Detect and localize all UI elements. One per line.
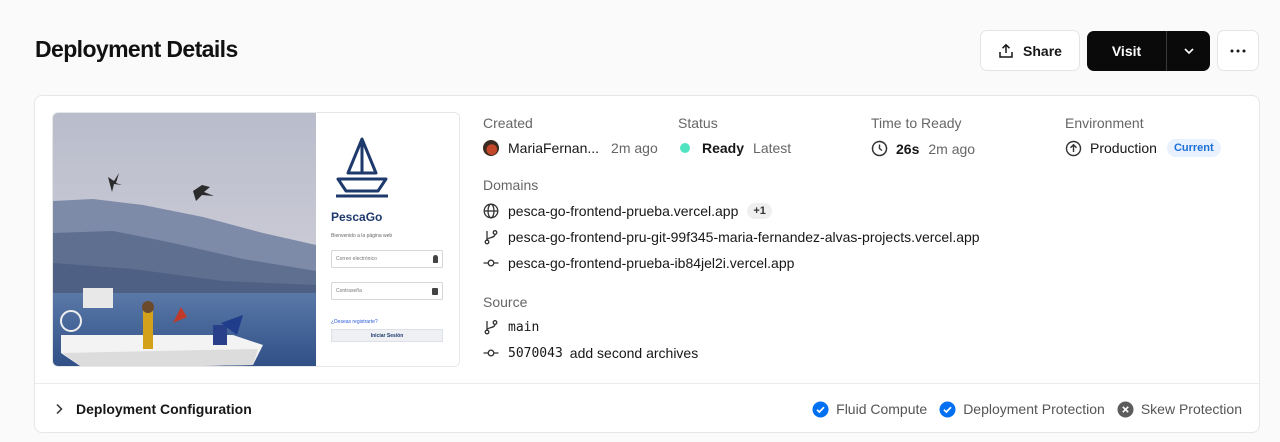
visit-dropdown-button[interactable]: [1167, 31, 1210, 71]
domain-extra-badge[interactable]: +1: [747, 203, 772, 219]
sailboat-logo-icon: [332, 135, 392, 199]
git-branch-icon: [483, 319, 499, 335]
deployment-configuration-toggle[interactable]: Deployment Configuration: [54, 401, 252, 417]
domain-row-primary: pesca-go-frontend-prueba.vercel.app +1: [483, 203, 772, 219]
preview-register-link: ¿Deseas registrarte?: [331, 319, 378, 325]
user-icon: [433, 255, 438, 263]
domain-row-branch: pesca-go-frontend-pru-git-99f345-maria-f…: [483, 229, 980, 245]
source-commit-row: 5070043 add second archives: [483, 345, 698, 361]
feature-deployment-protection[interactable]: Deployment Protection: [939, 401, 1105, 418]
deployment-configuration-bar: Deployment Configuration Fluid Compute D…: [35, 383, 1259, 434]
status-text: Ready: [702, 140, 745, 156]
deployment-preview[interactable]: PescaGo Bienvenido a la página web Corre…: [52, 112, 460, 367]
feature-skew-protection[interactable]: Skew Protection: [1117, 401, 1242, 418]
commit-message[interactable]: add second archives: [570, 345, 698, 361]
environment-name[interactable]: Production: [1090, 140, 1157, 156]
share-icon: [998, 43, 1014, 59]
current-badge: Current: [1166, 139, 1221, 157]
git-commit-icon: [483, 255, 499, 271]
feature-label: Skew Protection: [1140, 401, 1242, 417]
preview-photo: [53, 113, 316, 366]
share-label: Share: [1023, 42, 1062, 59]
created-user[interactable]: MariaFernan...: [508, 140, 599, 156]
visit-button-group: Visit: [1087, 31, 1210, 71]
status-value: Ready Latest: [680, 140, 791, 156]
arrow-up-circle-icon: [1065, 140, 1082, 157]
lock-icon: [432, 288, 438, 295]
ready-time: 2m ago: [928, 140, 976, 157]
x-circle-icon: [1117, 401, 1134, 418]
environment-label: Environment: [1065, 115, 1144, 131]
status-tag: Latest: [753, 140, 792, 156]
feature-label: Deployment Protection: [963, 401, 1105, 417]
preview-password-placeholder: Contraseña: [336, 288, 362, 294]
time-to-ready-label: Time to Ready: [871, 115, 962, 131]
ellipsis-icon: [1230, 49, 1246, 53]
created-time: 2m ago: [611, 140, 658, 156]
visit-button[interactable]: Visit: [1087, 31, 1167, 71]
preview-login-pane: PescaGo Bienvenido a la página web Corre…: [316, 113, 459, 366]
commit-hash[interactable]: 5070043: [508, 346, 563, 361]
share-button[interactable]: Share: [980, 30, 1080, 71]
source-branch[interactable]: main: [508, 320, 539, 335]
preview-app-name: PescaGo: [331, 210, 383, 224]
feature-list: Fluid Compute Deployment Protection Skew…: [800, 401, 1242, 418]
environment-value: Production Current: [1065, 139, 1221, 157]
status-dot-icon: [680, 143, 690, 153]
domain-branch-link[interactable]: pesca-go-frontend-pru-git-99f345-maria-f…: [508, 229, 980, 245]
source-branch-row: main: [483, 319, 539, 335]
preview-login-button: Iniciar Sesión: [331, 329, 443, 342]
avatar[interactable]: [483, 140, 499, 156]
time-to-ready-value: 26s 2m ago: [871, 140, 975, 157]
preview-email-placeholder: Correo electrónico: [336, 256, 377, 262]
status-label: Status: [678, 115, 718, 131]
feature-label: Fluid Compute: [836, 401, 928, 417]
git-commit-icon: [483, 345, 499, 361]
deployment-card: PescaGo Bienvenido a la página web Corre…: [34, 95, 1260, 433]
git-branch-icon: [483, 229, 499, 245]
source-label: Source: [483, 294, 528, 310]
domains-label: Domains: [483, 177, 539, 193]
ready-duration: 26s: [896, 140, 920, 157]
created-label: Created: [483, 115, 533, 131]
created-value: MariaFernan... 2m ago: [483, 140, 658, 156]
chevron-right-icon: [54, 403, 64, 415]
check-circle-icon: [939, 401, 956, 418]
globe-icon: [483, 203, 499, 219]
feature-fluid-compute[interactable]: Fluid Compute: [812, 401, 927, 418]
preview-welcome-text: Bienvenido a la página web: [331, 233, 393, 239]
timer-icon: [871, 140, 888, 157]
domain-row-commit: pesca-go-frontend-prueba-ib84jel2i.verce…: [483, 255, 794, 271]
domain-commit-link[interactable]: pesca-go-frontend-prueba-ib84jel2i.verce…: [508, 255, 794, 271]
page-title: Deployment Details: [35, 36, 238, 62]
chevron-down-icon: [1182, 44, 1196, 58]
preview-email-field: Correo electrónico: [331, 250, 443, 268]
more-options-button[interactable]: [1217, 30, 1259, 71]
domain-primary-link[interactable]: pesca-go-frontend-prueba.vercel.app: [508, 203, 738, 219]
check-circle-icon: [812, 401, 829, 418]
deployment-configuration-label: Deployment Configuration: [76, 401, 252, 417]
preview-password-field: Contraseña: [331, 282, 443, 300]
